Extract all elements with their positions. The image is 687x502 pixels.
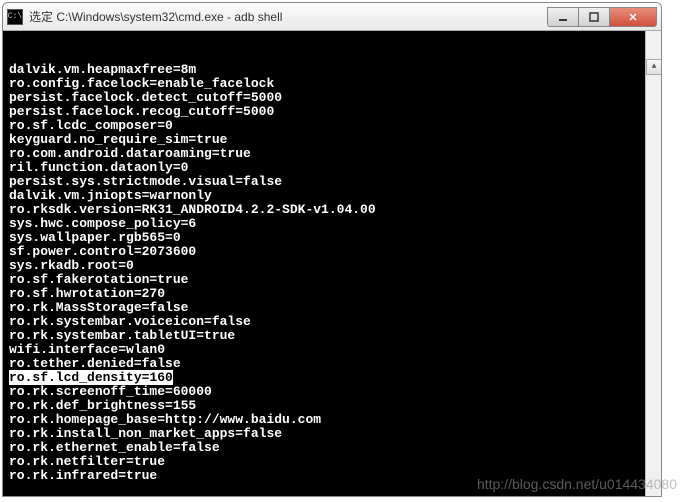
terminal-line: keyguard.no_require_sim=true [9,133,655,147]
terminal-line: ro.sf.hwrotation=270 [9,287,655,301]
terminal-line: ro.rk.infrared=true [9,469,655,483]
scroll-track[interactable] [646,75,661,496]
terminal-line: ro.config.facelock=enable_facelock [9,77,655,91]
terminal-line: ro.rk.install_non_market_apps=false [9,427,655,441]
terminal-line: ro.rk.systembar.voiceicon=false [9,315,655,329]
terminal-line: sys.wallpaper.rgb565=0 [9,231,655,245]
terminal-line: ro.rk.homepage_base=http://www.baidu.com [9,413,655,427]
vertical-scrollbar[interactable]: ▲ ▼ [645,31,661,496]
terminal-line: ril.function.dataonly=0 [9,161,655,175]
close-button[interactable] [609,7,657,27]
terminal-line: ro.rk.netfilter=true [9,455,655,469]
terminal-line: sf.power.control=2073600 [9,245,655,259]
terminal-line: ro.rksdk.version=RK31_ANDROID4.2.2-SDK-v… [9,203,655,217]
terminal-line-highlighted: ro.sf.lcd_density=160 [9,371,655,385]
window-title: 选定 C:\Windows\system32\cmd.exe - adb she… [29,8,548,25]
terminal-line: ro.tether.denied=false [9,357,655,371]
terminal-line: dalvik.vm.heapmaxfree=8m [9,63,655,77]
terminal-output[interactable]: dalvik.vm.heapmaxfree=8mro.config.facelo… [3,31,661,496]
terminal-line: ro.com.android.dataroaming=true [9,147,655,161]
titlebar[interactable]: C:\ 选定 C:\Windows\system32\cmd.exe - adb… [3,3,661,31]
minimize-button[interactable] [547,7,579,27]
maximize-icon [589,12,599,22]
minimize-icon [558,12,568,22]
terminal-line: ro.rk.screenoff_time=60000 [9,385,655,399]
terminal-line: wifi.interface=wlan0 [9,343,655,357]
terminal-line: ro.sf.fakerotation=true [9,273,655,287]
window-controls [548,7,657,27]
window-icon: C:\ [7,9,23,25]
terminal-line: sys.rkadb.root=0 [9,259,655,273]
terminal-line: ro.rk.MassStorage=false [9,301,655,315]
terminal-line: ro.rk.systembar.tabletUI=true [9,329,655,343]
command-window: C:\ 选定 C:\Windows\system32\cmd.exe - adb… [2,2,662,497]
close-icon [628,12,638,22]
scroll-up-button[interactable]: ▲ [646,59,661,75]
terminal-line: persist.sys.strictmode.visual=false [9,175,655,189]
terminal-line: persist.facelock.detect_cutoff=5000 [9,91,655,105]
terminal-line: ro.rk.ethernet_enable=false [9,441,655,455]
terminal-line: persist.facelock.recog_cutoff=5000 [9,105,655,119]
maximize-button[interactable] [578,7,610,27]
terminal-line: ro.sf.lcdc_composer=0 [9,119,655,133]
terminal-line: ro.rk.def_brightness=155 [9,399,655,413]
terminal-line: dalvik.vm.jniopts=warnonly [9,189,655,203]
terminal-line: sys.hwc.compose_policy=6 [9,217,655,231]
